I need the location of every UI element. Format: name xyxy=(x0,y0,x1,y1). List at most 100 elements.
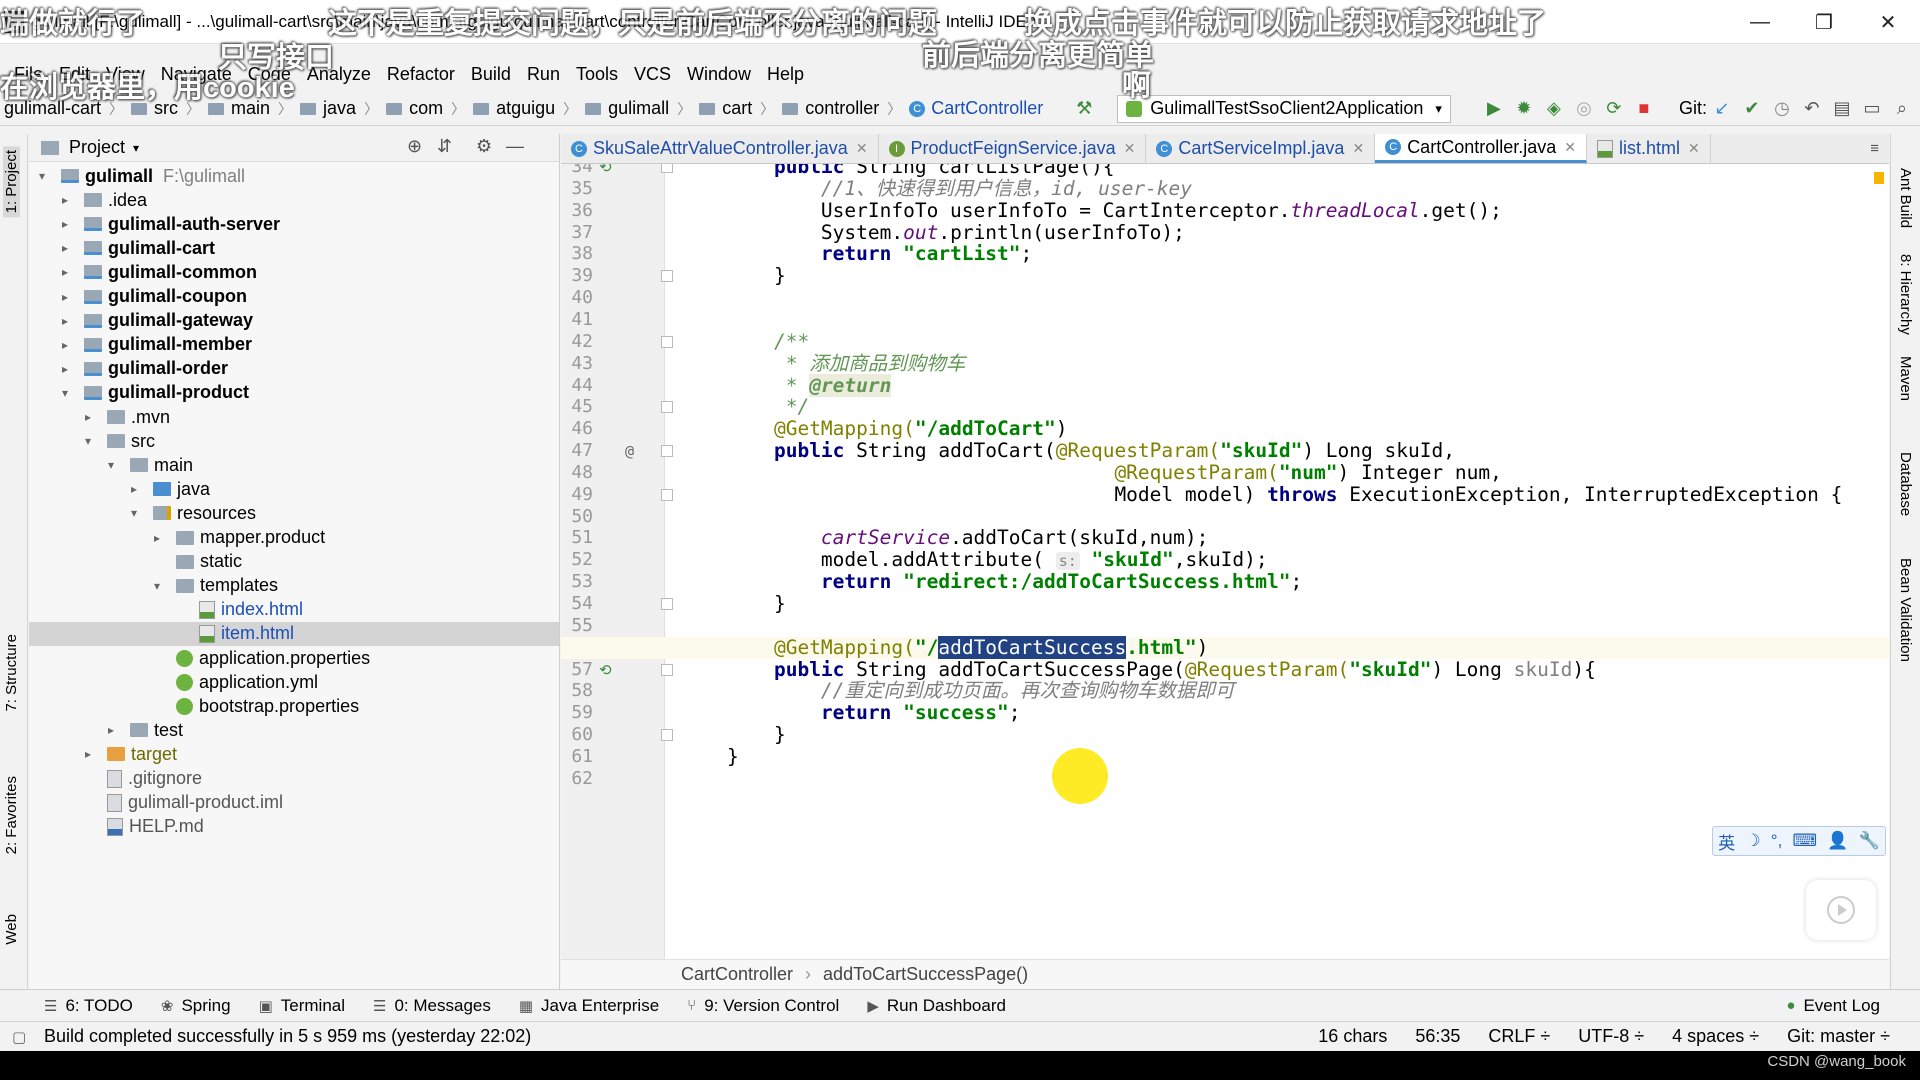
code-line[interactable]: model.addAttribute( s: "skuId",skuId); xyxy=(561,549,1889,571)
nav-crumb[interactable]: gulimall-cart 〉 xyxy=(0,98,127,119)
code-line[interactable]: public String addToCart(@RequestParam("s… xyxy=(561,440,1889,462)
chevron-down-icon[interactable]: ▾ xyxy=(150,579,164,593)
inspection-status-marker[interactable] xyxy=(1874,172,1884,184)
collapse-all-icon[interactable]: ⇵ xyxy=(437,136,452,157)
code-line[interactable]: */ xyxy=(561,396,1889,418)
menu-window[interactable]: Window xyxy=(679,64,759,85)
chevron-right-icon[interactable]: ▸ xyxy=(58,217,72,231)
menu-file[interactable]: File xyxy=(6,64,51,85)
profile-icon[interactable]: ◎ xyxy=(1569,94,1599,124)
menu-help[interactable]: Help xyxy=(759,64,812,85)
tree-item[interactable]: ▸ target xyxy=(29,742,559,766)
tree-item[interactable]: ▸ gulimall-order xyxy=(29,357,559,381)
minimize-button[interactable]: — xyxy=(1728,0,1792,44)
menu-code[interactable]: Code xyxy=(240,64,299,85)
tree-item[interactable]: static xyxy=(29,550,559,574)
code-line[interactable]: return "cartList"; xyxy=(561,243,1889,265)
hide-panel-icon[interactable]: — xyxy=(506,136,524,157)
chevron-right-icon[interactable]: ▸ xyxy=(58,193,72,207)
nav-crumb[interactable]: cart 〉 xyxy=(695,98,778,119)
project-structure-icon[interactable]: ▤ xyxy=(1827,94,1857,124)
close-tab-icon[interactable]: ✕ xyxy=(1124,140,1136,157)
code-line[interactable]: System.out.println(userInfoTo); xyxy=(561,221,1889,244)
hammer-build-icon[interactable]: ⚒ xyxy=(1069,94,1099,124)
caret-position[interactable]: 56:35 xyxy=(1415,1026,1460,1047)
chevron-right-icon[interactable]: ▸ xyxy=(104,723,118,737)
tree-item[interactable]: ▸ gulimall-gateway xyxy=(29,309,559,333)
toggle-tool-windows-icon[interactable]: ▢ xyxy=(12,1028,26,1046)
code-line[interactable]: * @return xyxy=(561,373,1889,397)
chevron-right-icon[interactable]: ▸ xyxy=(58,362,72,376)
menu-tools[interactable]: Tools xyxy=(568,64,626,85)
favorites-tool-tab[interactable]: 2: Favorites xyxy=(3,776,20,854)
code-line[interactable]: @GetMapping("/addToCart") xyxy=(561,418,1889,440)
menu-navigate[interactable]: Navigate xyxy=(153,64,240,85)
nav-crumb[interactable]: controller 〉 xyxy=(778,98,905,119)
git-commit-icon[interactable]: ✔ xyxy=(1737,94,1767,124)
attach-debugger-icon[interactable]: ⟳ xyxy=(1599,94,1629,124)
tree-item[interactable]: ▸ gulimall-common xyxy=(29,260,559,284)
history-icon[interactable]: ◷ xyxy=(1767,94,1797,124)
menu-run[interactable]: Run xyxy=(519,64,568,85)
menu-edit[interactable]: Edit xyxy=(51,64,98,85)
tree-item[interactable]: application.yml xyxy=(29,670,559,694)
tree-item[interactable]: ▸ test xyxy=(29,718,559,742)
chevron-down-icon[interactable]: ▾ xyxy=(35,169,49,183)
tree-item[interactable]: bootstrap.properties xyxy=(29,694,559,718)
code-line[interactable]: public String addToCartSuccessPage(@Requ… xyxy=(561,658,1889,681)
code-line[interactable] xyxy=(561,506,1889,528)
code-line[interactable]: } xyxy=(561,724,1889,746)
messages-tool-button[interactable]: ☰ 0: Messages xyxy=(373,996,491,1016)
code-line[interactable]: Model model) throws ExecutionException, … xyxy=(561,483,1889,506)
spring-tool-button[interactable]: ❀ Spring xyxy=(161,996,231,1016)
nav-crumb[interactable]: java 〉 xyxy=(296,98,382,119)
nav-crumb[interactable]: com 〉 xyxy=(382,98,469,119)
tree-item[interactable]: ▾ templates xyxy=(29,574,559,598)
tree-item[interactable]: item.html xyxy=(29,621,559,646)
code-line[interactable]: UserInfoTo userInfoTo = CartInterceptor.… xyxy=(561,199,1889,222)
run-icon[interactable]: ▶ xyxy=(1479,94,1509,124)
maven-tool-tab[interactable]: Maven xyxy=(1897,356,1914,401)
nav-crumb-class[interactable]: C CartController xyxy=(905,98,1047,119)
code-line[interactable] xyxy=(561,768,1889,790)
ime-mode-icon[interactable]: 英 xyxy=(1718,829,1735,854)
tree-item[interactable]: ▾ gulimall-product xyxy=(29,381,559,405)
chevron-right-icon[interactable]: ▸ xyxy=(81,747,95,761)
event-log-tool-button[interactable]: ● Event Log xyxy=(1786,996,1880,1016)
java-enterprise-tool-button[interactable]: ▦ Java Enterprise xyxy=(519,996,659,1016)
wrench-icon[interactable]: 🔧 xyxy=(1859,831,1880,851)
rollback-icon[interactable]: ↶ xyxy=(1797,94,1827,124)
tree-item[interactable]: ▸ gulimall-auth-server xyxy=(29,212,559,236)
tree-item[interactable]: ▾ gulimall F:\gulimall xyxy=(29,164,559,188)
gear-icon[interactable]: ⚙ xyxy=(476,136,492,157)
status-message[interactable]: Build completed successfully in 5 s 959 … xyxy=(44,1026,531,1047)
editor-tab[interactable]: I ProductFeignService.java ✕ xyxy=(879,134,1147,163)
tree-item[interactable]: gulimall-product.iml xyxy=(29,791,559,815)
project-view-selector[interactable]: Project xyxy=(69,137,125,158)
git-update-icon[interactable]: ↙ xyxy=(1707,94,1737,124)
tree-item[interactable]: ▾ resources xyxy=(29,501,559,525)
run-dashboard-tool-button[interactable]: ▶ Run Dashboard xyxy=(867,996,1006,1016)
tree-item[interactable]: ▸ java xyxy=(29,477,559,501)
chevron-down-icon[interactable]: ▾ xyxy=(127,506,141,520)
presentation-icon[interactable]: ▭ xyxy=(1857,94,1887,124)
chevron-right-icon[interactable]: ▸ xyxy=(58,241,72,255)
code-line[interactable]: } xyxy=(561,265,1889,287)
chevron-right-icon[interactable]: ▸ xyxy=(58,290,72,304)
menu-refactor[interactable]: Refactor xyxy=(379,64,463,85)
tree-item[interactable]: ▸ gulimall-member xyxy=(29,333,559,357)
chevron-right-icon[interactable]: ▸ xyxy=(58,338,72,352)
chevron-down-icon[interactable]: ▾ xyxy=(104,458,118,472)
tree-item[interactable]: ▸ .mvn xyxy=(29,405,559,429)
tree-item[interactable]: ▸ .idea xyxy=(29,188,559,212)
nav-crumb[interactable]: main 〉 xyxy=(204,98,296,119)
chevron-down-icon[interactable]: ▾ xyxy=(81,434,95,448)
editor-tab[interactable]: C CartController.java ✕ xyxy=(1375,134,1587,163)
tree-item[interactable]: index.html xyxy=(29,598,559,622)
project-tool-tab[interactable]: 1: Project xyxy=(3,146,20,218)
chevron-down-icon[interactable]: ▾ xyxy=(58,386,72,400)
code-line[interactable]: } xyxy=(561,746,1889,768)
tree-item[interactable]: ▾ main xyxy=(29,453,559,477)
structure-tool-tab[interactable]: 7: Structure xyxy=(3,634,20,712)
video-play-button[interactable] xyxy=(1806,880,1876,940)
